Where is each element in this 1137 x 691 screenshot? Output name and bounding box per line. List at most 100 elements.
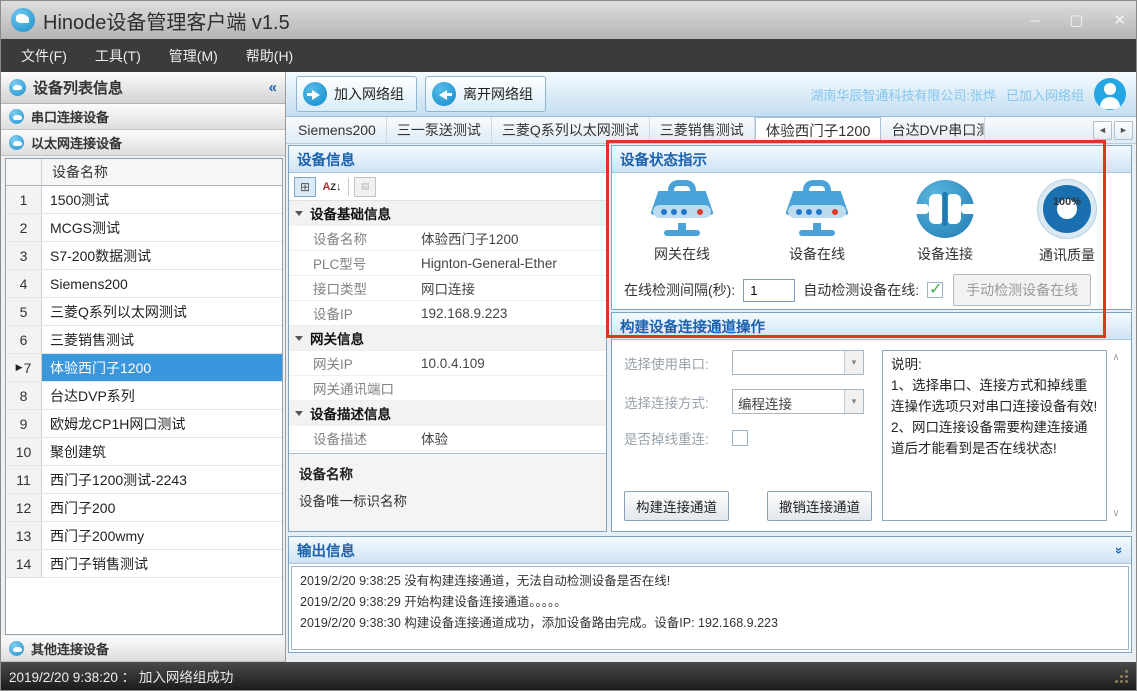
resize-grip[interactable]	[1114, 669, 1128, 683]
join-network-group-button[interactable]: 加入网络组	[296, 76, 417, 112]
row-number-text: 13	[16, 528, 32, 544]
property-category[interactable]: 设备基础信息	[289, 201, 606, 226]
table-row[interactable]: 4Siemens200	[6, 270, 282, 298]
minimize-button[interactable]: –	[1031, 13, 1039, 28]
sidebar-item-serial-devices[interactable]: 串口连接设备	[1, 104, 285, 130]
table-row[interactable]: 11西门子1200测试-2243	[6, 466, 282, 494]
property-row[interactable]: 网关IP10.0.4.109	[289, 351, 606, 376]
table-row[interactable]: 10聚创建筑	[6, 438, 282, 466]
maximize-button[interactable]: ▢	[1069, 13, 1083, 28]
reconnect-checkbox[interactable]	[732, 430, 748, 446]
interval-input[interactable]	[743, 279, 795, 302]
titlebar: Hinode设备管理客户端 v1.5 – ▢ ✕	[1, 1, 1136, 39]
table-row[interactable]: 9欧姆龙CP1H网口测试	[6, 410, 282, 438]
table-row[interactable]: 6三菱销售测试	[6, 326, 282, 354]
build-channel-button[interactable]: 构建连接通道	[624, 491, 729, 521]
device-table-header: 设备名称	[6, 159, 282, 186]
table-row[interactable]: 14西门子销售测试	[6, 550, 282, 578]
tab-体验西门子1200[interactable]: 体验西门子1200	[755, 117, 882, 143]
device-list-icon	[9, 79, 26, 96]
tab-scroll-right-icon[interactable]: ►	[1114, 121, 1133, 140]
property-row[interactable]: PLC型号Hignton-General-Ether	[289, 251, 606, 276]
sidebar-collapse-button[interactable]: «	[269, 79, 277, 96]
selected-property-description: 设备唯一标识名称	[299, 490, 596, 510]
row-number: 13	[6, 522, 42, 549]
property-row[interactable]: 设备描述体验	[289, 426, 606, 451]
property-row[interactable]: 网关通讯端口	[289, 376, 606, 401]
table-row[interactable]: 5三菱Q系列以太网测试	[6, 298, 282, 326]
device-name: 三菱Q系列以太网测试	[42, 298, 282, 325]
alphabetical-sort-icon[interactable]: AZ↓	[321, 177, 343, 197]
scroll-up-icon[interactable]: ∧	[1112, 352, 1119, 363]
table-row[interactable]: 2MCGS测试	[6, 214, 282, 242]
table-row[interactable]: 13西门子200wmy	[6, 522, 282, 550]
property-category[interactable]: 设备描述信息	[289, 401, 606, 426]
categorized-view-icon[interactable]: ⊞	[294, 177, 316, 197]
table-row[interactable]: 3S7-200数据测试	[6, 242, 282, 270]
property-category[interactable]: 网关信息	[289, 326, 606, 351]
user-avatar[interactable]	[1094, 78, 1126, 110]
menu-item-3[interactable]: 帮助(H)	[232, 40, 307, 72]
ethernet-devices-label: 以太网连接设备	[31, 133, 122, 152]
serial-port-select[interactable]: ▼	[732, 350, 864, 375]
leave-network-group-button[interactable]: 离开网络组	[425, 76, 546, 112]
chevron-down-icon[interactable]: ▼	[844, 390, 863, 413]
menu-item-1[interactable]: 工具(T)	[81, 40, 155, 72]
tab-三菱Q系列以太网测试[interactable]: 三菱Q系列以太网测试	[492, 117, 650, 143]
build-channel-panel: 构建设备连接通道操作 选择使用串口: ▼	[611, 312, 1132, 532]
network-status-label: 已加入网络组	[1006, 85, 1084, 104]
tab-三一泵送测试[interactable]: 三一泵送测试	[387, 117, 492, 143]
connect-mode-select[interactable]: 编程连接 ▼	[732, 389, 864, 414]
tab-三菱销售测试[interactable]: 三菱销售测试	[650, 117, 755, 143]
note-scrollbar[interactable]: ∧ ∨	[1107, 350, 1125, 521]
property-value: 10.0.4.109	[421, 356, 606, 371]
sidebar-item-other-devices[interactable]: 其他连接设备	[1, 636, 285, 662]
output-title: 输出信息	[297, 540, 355, 561]
category-name: 设备基础信息	[310, 203, 391, 223]
output-collapse-icon[interactable]: »	[1112, 546, 1127, 553]
revoke-channel-button[interactable]: 撤销连接通道	[767, 491, 872, 521]
interval-label: 在线检测间隔(秒):	[624, 280, 735, 300]
serial-port-label: 选择使用串口:	[624, 353, 732, 373]
row-number-text: 14	[16, 556, 32, 572]
menu-item-2[interactable]: 管理(M)	[155, 40, 232, 72]
row-number-text: 7	[24, 360, 32, 376]
table-row[interactable]: ▶7体验西门子1200	[6, 354, 282, 382]
tab-台达DVP串口测[interactable]: 台达DVP串口测	[881, 117, 985, 143]
leave-network-label: 离开网络组	[463, 84, 533, 104]
tab-Siemens200[interactable]: Siemens200	[288, 117, 387, 143]
row-number: 4	[6, 270, 42, 297]
chevron-down-icon	[295, 336, 303, 341]
tab-scroll-left-icon[interactable]: ◄	[1093, 121, 1112, 140]
property-label: 网关IP	[313, 353, 421, 373]
indicator-设备连接: 设备连接	[916, 180, 974, 264]
menu-item-0[interactable]: 文件(F)	[7, 40, 81, 72]
property-row[interactable]: 接口类型网口连接	[289, 276, 606, 301]
row-number: ▶7	[6, 354, 42, 381]
table-row[interactable]: 11500测试	[6, 186, 282, 214]
close-button[interactable]: ✕	[1113, 13, 1126, 28]
app-window: Hinode设备管理客户端 v1.5 – ▢ ✕ 文件(F)工具(T)管理(M)…	[0, 0, 1137, 691]
property-row[interactable]: 设备名称体验西门子1200	[289, 226, 606, 251]
property-pages-icon[interactable]: ▤	[354, 177, 376, 197]
device-info-panel: 设备信息 ⊞ AZ↓ ▤ 设备基础信息设备名称体验西门子1200PLC型号Hig…	[288, 145, 607, 532]
leave-network-icon	[432, 82, 456, 106]
table-row[interactable]: 8台达DVP系列	[6, 382, 282, 410]
indicator-通讯质量: 100%通讯质量	[1037, 179, 1097, 265]
device-name: S7-200数据测试	[42, 242, 282, 269]
chevron-down-icon	[295, 211, 303, 216]
device-name-column-header: 设备名称	[42, 159, 282, 185]
table-row[interactable]: 12西门子200	[6, 494, 282, 522]
device-name: 1500测试	[42, 186, 282, 213]
sidebar-item-ethernet-devices[interactable]: 以太网连接设备	[1, 130, 285, 156]
property-value: 网口连接	[421, 278, 606, 298]
device-tabstrip: Siemens200三一泵送测试三菱Q系列以太网测试三菱销售测试体验西门子120…	[286, 117, 1136, 144]
scroll-down-icon[interactable]: ∨	[1112, 508, 1119, 519]
auto-detect-checkbox[interactable]	[927, 282, 943, 298]
other-devices-icon	[9, 641, 24, 656]
property-row[interactable]: 设备IP192.168.9.223	[289, 301, 606, 326]
statusbar-text: 2019/2/20 9:38:20 ： 加入网络组成功	[9, 666, 233, 686]
manual-detect-button[interactable]: 手动检测设备在线	[953, 274, 1091, 306]
row-number: 3	[6, 242, 42, 269]
chevron-down-icon[interactable]: ▼	[844, 351, 863, 374]
